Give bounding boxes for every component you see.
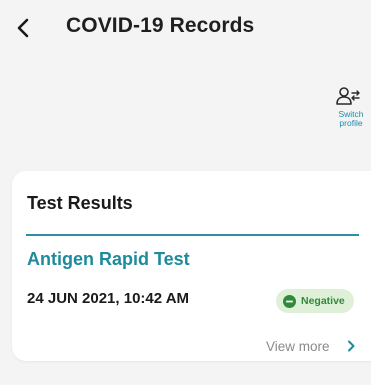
test-results-card: Test Results Antigen Rapid Test 24 JUN 2… [12,171,371,361]
app-header: COVID-19 Records [0,0,371,56]
minus-circle-icon [283,294,296,308]
switch-profile-label: Switch profile [332,110,370,128]
heading-divider [26,234,359,236]
test-datetime: 24 JUN 2021, 10:42 AM [27,290,190,307]
back-button[interactable] [12,16,36,40]
view-more-label: View more [266,338,330,354]
status-badge: Negative [276,289,354,313]
chevron-right-icon [347,340,355,352]
switch-profile-button[interactable]: Switch profile [332,86,370,144]
page-title: COVID-19 Records [66,14,255,37]
switch-profile-icon [336,87,360,105]
test-name-link[interactable]: Antigen Rapid Test [27,249,190,270]
chevron-left-icon [17,18,29,38]
view-more-link[interactable]: View more [266,336,355,356]
status-badge-label: Negative [301,295,345,307]
test-results-heading: Test Results [27,193,133,213]
switch-profile-label-line2: profile [339,118,363,128]
